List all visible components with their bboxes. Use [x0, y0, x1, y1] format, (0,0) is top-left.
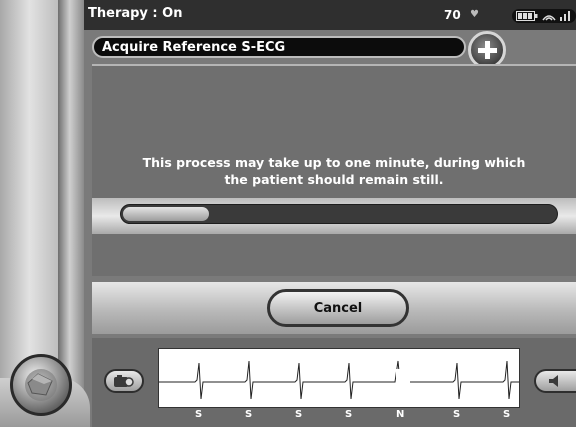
beat-label: S [195, 409, 203, 420]
speaker-icon [549, 375, 558, 387]
main-panel: This process may take up to one minute, … [92, 64, 576, 276]
battery-icon [516, 11, 538, 21]
status-bar: Therapy : On 70 ♥ [84, 0, 576, 30]
snapshot-button[interactable] [104, 369, 144, 393]
beat-label: S [453, 409, 461, 420]
beat-labels: SSSSNSS [158, 409, 520, 423]
instruction-line-1: This process may take up to one minute, … [142, 155, 526, 170]
ecg-waveform [159, 360, 519, 400]
heart-icon: ♥ [470, 9, 479, 20]
progress-fill [123, 207, 209, 221]
signal-icon [542, 15, 556, 21]
progress-bar [120, 204, 558, 224]
page-title: Acquire Reference S-ECG [102, 40, 286, 55]
volume-button[interactable] [534, 369, 576, 393]
camera-icon [114, 375, 134, 387]
battery-signal-indicator [512, 9, 576, 23]
beat-label: N [396, 409, 405, 420]
plus-icon-bar [478, 48, 497, 53]
beat-label: S [295, 409, 303, 420]
screen: Therapy : On 70 ♥ Acquire Reference S-EC… [0, 0, 576, 427]
beat-label: S [245, 409, 253, 420]
home-icon [27, 373, 53, 396]
instruction-message: This process may take up to one minute, … [92, 154, 576, 188]
therapy-status: Therapy : On [88, 6, 183, 21]
beat-label: S [345, 409, 353, 420]
beat-label: S [503, 409, 511, 420]
signal-bars-icon [560, 11, 570, 21]
heart-rate: 70 [444, 8, 461, 22]
cancel-button[interactable]: Cancel [267, 289, 409, 327]
ecg-strip [158, 348, 520, 408]
page-title-bar: Acquire Reference S-ECG [92, 36, 466, 58]
home-button[interactable] [10, 354, 72, 416]
instruction-line-2: the patient should remain still. [224, 172, 444, 187]
